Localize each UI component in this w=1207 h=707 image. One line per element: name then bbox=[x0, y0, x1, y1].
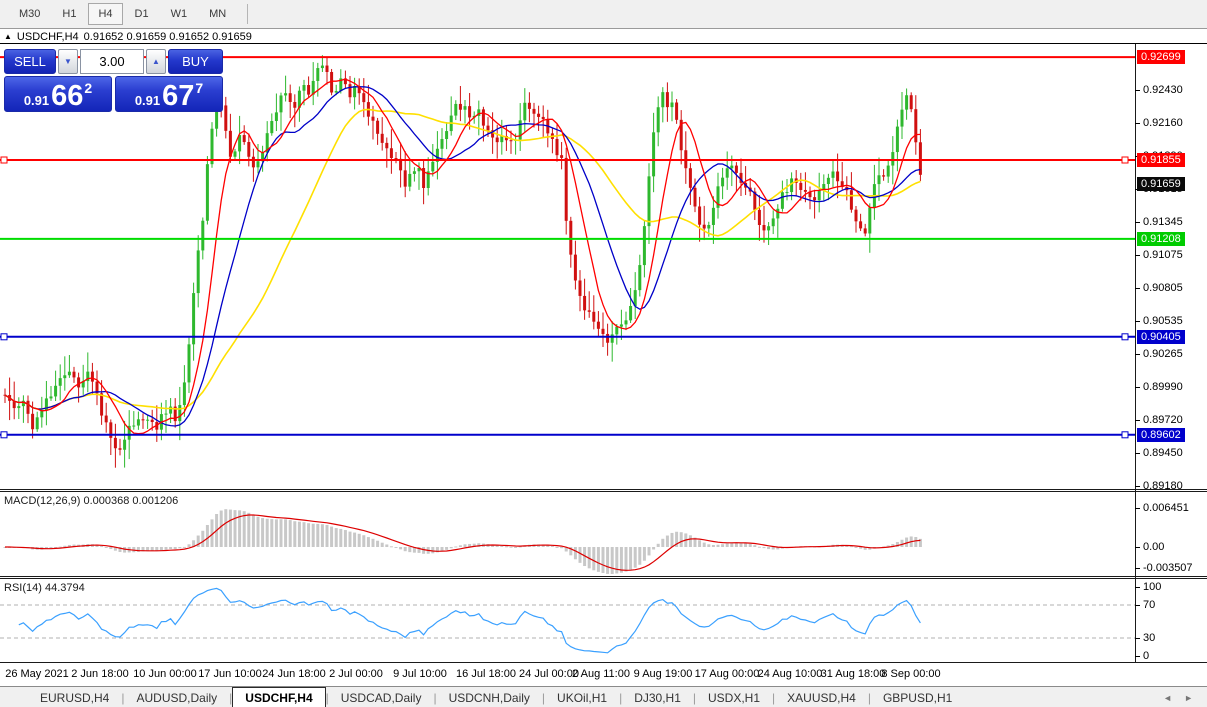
price-badge: 0.92699 bbox=[1137, 50, 1185, 64]
one-click-trade-panel: SELL ▼ ▲ BUY 0.91662 0.91677 bbox=[4, 49, 223, 112]
time-axis-label: 24 Jul 00:00 bbox=[519, 668, 579, 680]
time-axis-label: 10 Jun 00:00 bbox=[133, 668, 197, 680]
line-handle[interactable] bbox=[1, 334, 7, 340]
rsi-line bbox=[19, 588, 921, 652]
timeframe-button-h4[interactable]: H4 bbox=[88, 3, 122, 25]
time-axis-label: 17 Aug 00:00 bbox=[695, 668, 760, 680]
tab-scroll-right-icon[interactable]: ► bbox=[1184, 693, 1193, 703]
price-badge: 0.91659 bbox=[1137, 177, 1185, 191]
time-axis-label: 17 Jun 10:00 bbox=[198, 668, 262, 680]
timeframe-button-m30[interactable]: M30 bbox=[9, 3, 50, 25]
timeframe-button-h1[interactable]: H1 bbox=[52, 3, 86, 25]
tab-audusd-daily[interactable]: AUDUSD,Daily bbox=[124, 687, 229, 707]
buy-button[interactable]: BUY bbox=[168, 49, 223, 74]
tab-xauusd-h4[interactable]: XAUUSD,H4 bbox=[775, 687, 868, 707]
buy-price-prefix: 0.91 bbox=[135, 93, 160, 108]
time-axis-label: 9 Aug 19:00 bbox=[634, 668, 693, 680]
tab-ukoil-h1[interactable]: UKOil,H1 bbox=[545, 687, 619, 707]
tab-usdx-h1[interactable]: USDX,H1 bbox=[696, 687, 772, 707]
time-axis-label: 31 Aug 18:00 bbox=[821, 668, 886, 680]
tab-usdcnh-daily[interactable]: USDCNH,Daily bbox=[437, 687, 542, 707]
symbol-title: USDCHF,H4 bbox=[17, 31, 79, 43]
timeframe-button-d1[interactable]: D1 bbox=[125, 3, 159, 25]
volume-input[interactable] bbox=[80, 49, 144, 74]
timeframe-button-mn[interactable]: MN bbox=[199, 3, 236, 25]
time-axis-label: 8 Sep 00:00 bbox=[881, 668, 940, 680]
price-badge: 0.91855 bbox=[1137, 153, 1185, 167]
line-handle[interactable] bbox=[1122, 432, 1128, 438]
time-axis-label: 2 Jul 00:00 bbox=[329, 668, 383, 680]
timeframe-button-w1[interactable]: W1 bbox=[161, 3, 198, 25]
time-axis-label: 24 Jun 18:00 bbox=[262, 668, 326, 680]
tab-scroll-left-icon[interactable]: ◄ bbox=[1163, 693, 1172, 703]
buy-price-tile[interactable]: 0.91677 bbox=[115, 76, 223, 112]
line-handle[interactable] bbox=[1122, 334, 1128, 340]
price-badge: 0.90405 bbox=[1137, 330, 1185, 344]
macd-label: MACD(12,26,9) 0.000368 0.001206 bbox=[4, 495, 178, 507]
rsi-label: RSI(14) 44.3794 bbox=[4, 582, 85, 594]
line-handle[interactable] bbox=[1, 157, 7, 163]
sell-price-pip: 2 bbox=[84, 80, 92, 96]
time-axis-label: 24 Aug 10:00 bbox=[758, 668, 823, 680]
volume-increase-button[interactable]: ▲ bbox=[146, 49, 166, 74]
line-handle[interactable] bbox=[1, 432, 7, 438]
time-axis[interactable]: 26 May 20212 Jun 18:00 10 Jun 00:0017 Jun… bbox=[0, 663, 1207, 686]
buy-price-big: 67 bbox=[162, 84, 194, 108]
macd-signal-line bbox=[5, 515, 920, 570]
tab-eurusd-h4[interactable]: EURUSD,H4 bbox=[28, 687, 121, 707]
timeframe-toolbar: M30H1H4D1W1MN bbox=[0, 0, 1207, 29]
tab-gbpusd-h1[interactable]: GBPUSD,H1 bbox=[871, 687, 964, 707]
rsi-chart[interactable] bbox=[0, 579, 1135, 662]
sell-button[interactable]: SELL bbox=[4, 49, 56, 74]
time-axis-label: 2 Jun 18:00 bbox=[71, 668, 129, 680]
collapse-panel-icon[interactable]: ▲ bbox=[4, 32, 12, 42]
moving-average-line bbox=[5, 87, 920, 426]
time-axis-label: 16 Jul 18:00 bbox=[456, 668, 516, 680]
volume-decrease-button[interactable]: ▼ bbox=[58, 49, 78, 74]
price-badge: 0.91208 bbox=[1137, 232, 1185, 246]
time-axis-label: 9 Jul 10:00 bbox=[393, 668, 447, 680]
price-axis[interactable]: 0.924300.921600.918900.916150.913450.910… bbox=[1135, 0, 1207, 663]
chart-header: ▲ USDCHF,H4 0.91652 0.91659 0.91652 0.91… bbox=[0, 30, 1207, 44]
ohlc-values: 0.91652 0.91659 0.91652 0.91659 bbox=[84, 31, 252, 43]
sell-price-prefix: 0.91 bbox=[24, 93, 49, 108]
time-axis-label: 26 May 2021 bbox=[5, 668, 69, 680]
moving-average-line bbox=[5, 109, 920, 409]
tab-dj30-h1[interactable]: DJ30,H1 bbox=[622, 687, 693, 707]
tab-usdchf-h4[interactable]: USDCHF,H4 bbox=[232, 687, 325, 707]
sell-price-tile[interactable]: 0.91662 bbox=[4, 76, 112, 112]
toolbar-separator bbox=[247, 4, 248, 24]
rsi-indicator-pane[interactable] bbox=[0, 579, 1135, 662]
time-axis-label: 2 Aug 11:00 bbox=[572, 668, 630, 680]
sell-price-big: 66 bbox=[51, 84, 83, 108]
chart-tab-bar: EURUSD,H4|AUDUSD,Daily|USDCHF,H4|USDCAD,… bbox=[0, 686, 1207, 707]
moving-average-line bbox=[5, 79, 920, 434]
line-handle[interactable] bbox=[1122, 157, 1128, 163]
terminal-window: M30H1H4D1W1MN ▲ USDCHF,H4 0.91652 0.9165… bbox=[0, 0, 1207, 707]
buy-price-pip: 7 bbox=[195, 80, 203, 96]
price-badge: 0.89602 bbox=[1137, 428, 1185, 442]
tab-usdcad-daily[interactable]: USDCAD,Daily bbox=[329, 687, 434, 707]
